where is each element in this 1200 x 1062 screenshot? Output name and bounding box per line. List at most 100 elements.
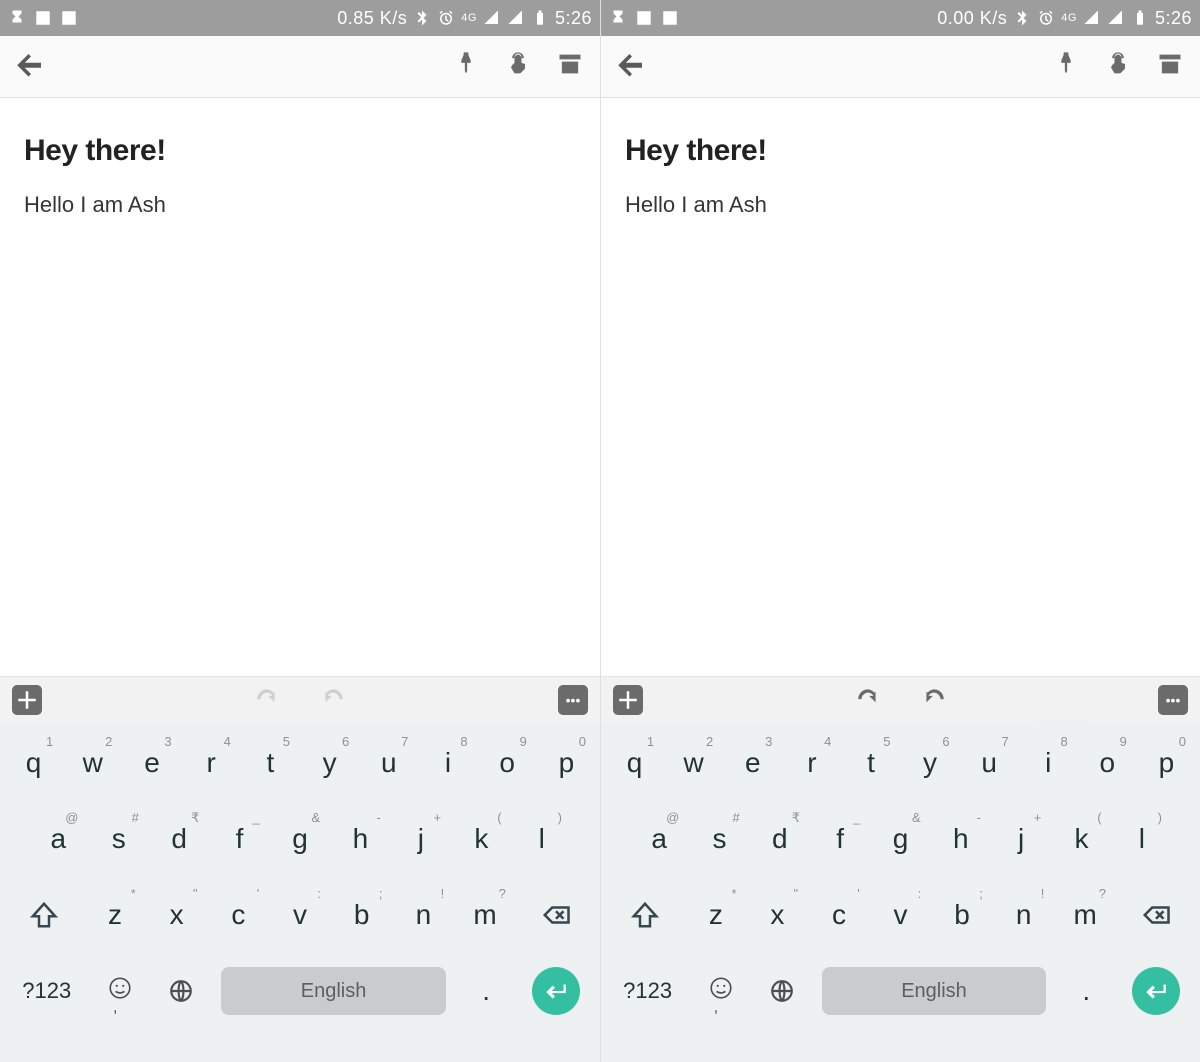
network-4g-label: 4G — [1061, 12, 1077, 24]
add-button[interactable] — [613, 685, 643, 715]
emoji-key[interactable]: , — [690, 956, 751, 1026]
key-f[interactable]: f_ — [209, 804, 269, 874]
key-o[interactable]: o9 — [478, 728, 537, 798]
period-key[interactable]: . — [456, 956, 517, 1026]
undo-button[interactable] — [254, 684, 280, 715]
key-y[interactable]: y6 — [901, 728, 960, 798]
symbols-key[interactable]: ?123 — [605, 956, 690, 1026]
key-s[interactable]: s# — [689, 804, 749, 874]
symbols-key[interactable]: ?123 — [4, 956, 89, 1026]
reminder-button[interactable] — [504, 50, 532, 83]
redo-button[interactable] — [320, 684, 346, 715]
more-button[interactable]: ••• — [1158, 685, 1188, 715]
key-i[interactable]: i8 — [1019, 728, 1078, 798]
key-k[interactable]: k( — [1051, 804, 1111, 874]
key-q[interactable]: q1 — [605, 728, 664, 798]
key-p[interactable]: p0 — [1137, 728, 1196, 798]
enter-key[interactable] — [517, 956, 596, 1026]
back-button[interactable] — [617, 49, 647, 84]
key-v[interactable]: v: — [269, 880, 331, 950]
language-key[interactable] — [150, 956, 211, 1026]
emoji-key[interactable]: , — [89, 956, 150, 1026]
key-n[interactable]: n! — [393, 880, 455, 950]
bluetooth-icon — [1013, 9, 1031, 27]
key-a[interactable]: a@ — [629, 804, 689, 874]
key-e[interactable]: e3 — [122, 728, 181, 798]
undo-button[interactable] — [855, 684, 881, 715]
clock: 5:26 — [555, 8, 592, 29]
signal-icon — [1083, 9, 1101, 27]
period-key[interactable]: . — [1056, 956, 1117, 1026]
key-y[interactable]: y6 — [300, 728, 359, 798]
key-j[interactable]: j+ — [991, 804, 1051, 874]
key-w[interactable]: w2 — [664, 728, 723, 798]
key-i[interactable]: i8 — [418, 728, 477, 798]
key-d[interactable]: d₹ — [750, 804, 810, 874]
key-l[interactable]: l) — [1112, 804, 1172, 874]
key-o[interactable]: o9 — [1078, 728, 1137, 798]
key-r[interactable]: r4 — [782, 728, 841, 798]
enter-key[interactable] — [1117, 956, 1196, 1026]
key-k[interactable]: k( — [451, 804, 511, 874]
key-v[interactable]: v: — [870, 880, 932, 950]
battery-icon — [1131, 9, 1149, 27]
add-button[interactable] — [12, 685, 42, 715]
key-m[interactable]: m? — [1054, 880, 1116, 950]
key-c[interactable]: c' — [208, 880, 270, 950]
key-j[interactable]: j+ — [391, 804, 451, 874]
keyboard: q1w2e3r4t5y6u7i8o9p0 a@s#d₹f_g&h-j+k(l) z*… — [601, 722, 1200, 1062]
key-h[interactable]: h- — [330, 804, 390, 874]
key-w[interactable]: w2 — [63, 728, 122, 798]
key-z[interactable]: z* — [84, 880, 146, 950]
bluetooth-icon — [413, 9, 431, 27]
back-button[interactable] — [16, 49, 46, 84]
backspace-key[interactable] — [1116, 880, 1196, 950]
key-e[interactable]: e3 — [723, 728, 782, 798]
space-key[interactable]: English — [812, 956, 1056, 1026]
note-content[interactable]: Hey there! Hello I am Ash — [0, 98, 600, 676]
key-a[interactable]: a@ — [28, 804, 88, 874]
note-title[interactable]: Hey there! — [24, 134, 576, 168]
key-t[interactable]: t5 — [841, 728, 900, 798]
key-b[interactable]: b; — [331, 880, 393, 950]
key-p[interactable]: p0 — [537, 728, 596, 798]
language-key[interactable] — [751, 956, 812, 1026]
note-title[interactable]: Hey there! — [625, 134, 1176, 168]
key-n[interactable]: n! — [993, 880, 1055, 950]
keyboard: q1w2e3r4t5y6u7i8o9p0 a@s#d₹f_g&h-j+k(l) z*… — [0, 722, 600, 1062]
key-q[interactable]: q1 — [4, 728, 63, 798]
key-r[interactable]: r4 — [182, 728, 241, 798]
note-content[interactable]: Hey there! Hello I am Ash — [601, 98, 1200, 676]
key-x[interactable]: x" — [146, 880, 208, 950]
reminder-button[interactable] — [1104, 50, 1132, 83]
space-key[interactable]: English — [212, 956, 456, 1026]
key-u[interactable]: u7 — [359, 728, 418, 798]
key-d[interactable]: d₹ — [149, 804, 209, 874]
key-m[interactable]: m? — [454, 880, 516, 950]
archive-button[interactable] — [1156, 50, 1184, 83]
key-s[interactable]: s# — [88, 804, 148, 874]
pin-button[interactable] — [1052, 50, 1080, 83]
note-body[interactable]: Hello I am Ash — [24, 192, 576, 218]
pin-button[interactable] — [452, 50, 480, 83]
redo-button[interactable] — [921, 684, 947, 715]
key-g[interactable]: g& — [870, 804, 930, 874]
key-t[interactable]: t5 — [241, 728, 300, 798]
suggestion-strip: ••• — [601, 676, 1200, 722]
more-button[interactable]: ••• — [558, 685, 588, 715]
backspace-key[interactable] — [516, 880, 596, 950]
hourglass-icon — [8, 9, 26, 27]
key-u[interactable]: u7 — [960, 728, 1019, 798]
key-x[interactable]: x" — [747, 880, 809, 950]
key-f[interactable]: f_ — [810, 804, 870, 874]
key-l[interactable]: l) — [512, 804, 572, 874]
key-c[interactable]: c' — [808, 880, 870, 950]
key-h[interactable]: h- — [931, 804, 991, 874]
shift-key[interactable] — [4, 880, 84, 950]
note-body[interactable]: Hello I am Ash — [625, 192, 1176, 218]
archive-button[interactable] — [556, 50, 584, 83]
key-z[interactable]: z* — [685, 880, 747, 950]
shift-key[interactable] — [605, 880, 685, 950]
key-g[interactable]: g& — [270, 804, 330, 874]
key-b[interactable]: b; — [931, 880, 993, 950]
